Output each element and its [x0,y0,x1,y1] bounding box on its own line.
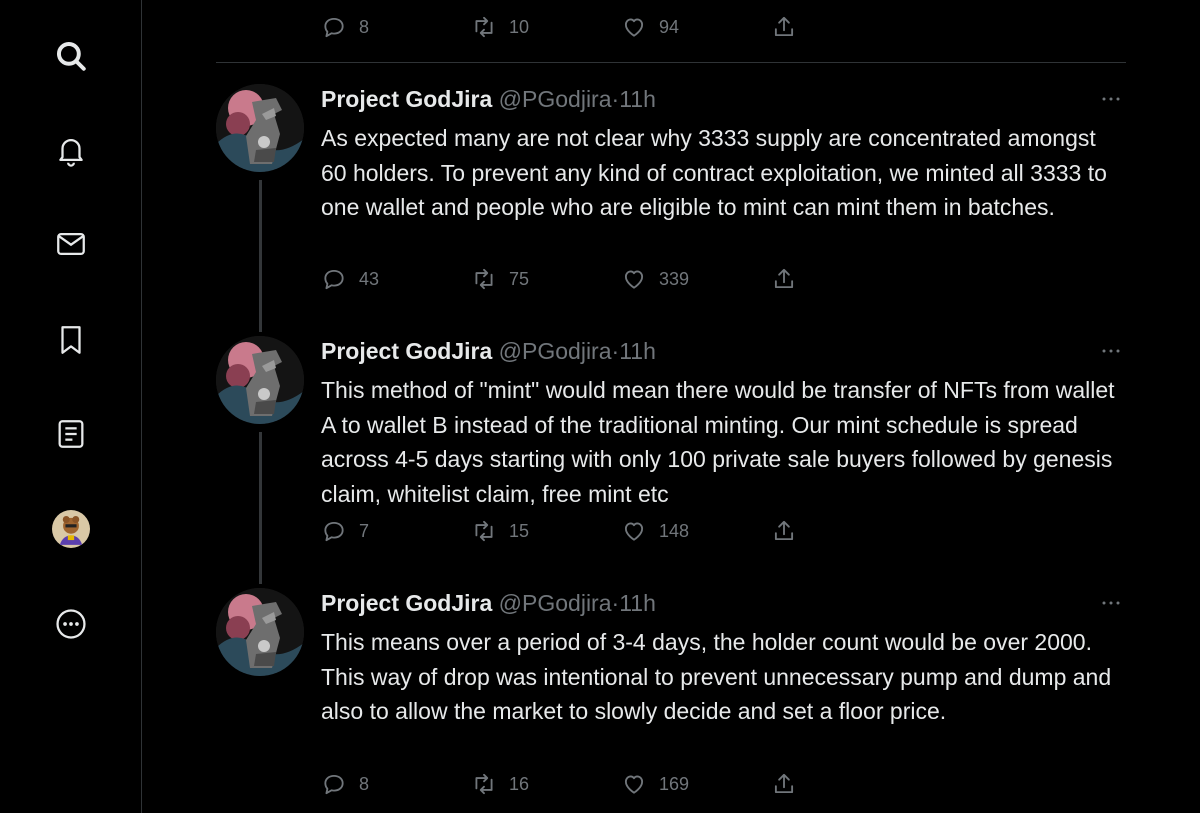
godjira-avatar-image [216,588,304,676]
reply-button[interactable]: 43 [321,262,379,296]
retweet-button[interactable]: 15 [471,514,529,548]
retweet-count: 16 [509,773,530,794]
heart-icon [624,18,644,37]
reply-count: 8 [359,773,370,794]
more-horizontal-icon [1102,349,1120,353]
retweet-icon [475,16,493,38]
like-button[interactable]: 94 [621,10,679,44]
share-icon [774,520,794,541]
retweet-icon [475,268,493,290]
tweet-header: Project GodJira @PGodjira·11h [321,588,656,618]
share-icon [774,268,794,289]
reply-icon [324,17,344,38]
timeline: 8 10 94 Project GodJira @PGodjira·11h As… [216,0,1126,813]
more-options-button[interactable] [1096,588,1126,618]
search-icon [56,41,86,71]
avatar[interactable] [216,588,304,676]
avatar[interactable] [216,84,304,172]
tweet-actions: 8 16 169 [321,767,801,801]
nav-search[interactable] [45,30,97,82]
retweet-button[interactable]: 16 [471,767,529,801]
tweet-text: This means over a period of 3-4 days, th… [321,629,1112,724]
nav-messages[interactable] [45,218,97,270]
share-button[interactable] [771,767,809,801]
tweet[interactable]: Project GodJira @PGodjira·11h This metho… [216,324,1126,576]
bookmark-icon [61,326,81,354]
tweet-text: As expected many are not clear why 3333 … [321,125,1107,220]
tweet-header: Project GodJira @PGodjira·11h [321,336,656,366]
reply-count: 8 [359,16,370,37]
nav-profile[interactable] [45,503,97,555]
reply-icon [324,521,344,542]
tweet[interactable]: Project GodJira @PGodjira·11h As expecte… [216,72,1126,324]
like-button[interactable]: 169 [621,767,689,801]
retweet-count: 15 [509,520,530,541]
divider [216,62,1126,63]
share-button[interactable] [771,262,809,296]
share-icon [774,16,794,37]
previous-tweet-actions: 8 10 94 [216,0,1126,56]
timestamp[interactable]: 11h [619,338,656,364]
tweet[interactable]: Project GodJira @PGodjira·11h This means… [216,576,1126,813]
share-icon [774,773,794,794]
bell-icon [59,139,83,167]
user-handle[interactable]: @PGodjira [499,338,612,364]
tweet-actions: 7 15 148 [321,514,801,548]
display-name[interactable]: Project GodJira [321,590,492,616]
lists-icon [58,420,84,448]
reply-count: 7 [359,520,370,541]
reply-button[interactable]: 8 [321,767,369,801]
timestamp[interactable]: 11h [619,590,656,616]
tweet-text: This method of "mint" would mean there w… [321,377,1115,507]
tweet-header: Project GodJira @PGodjira·11h [321,84,656,114]
display-name[interactable]: Project GodJira [321,86,492,112]
user-handle[interactable]: @PGodjira [499,86,612,112]
nav-lists[interactable] [45,408,97,460]
heart-icon [624,270,644,289]
nav-bookmarks[interactable] [45,314,97,366]
nav-notifications[interactable] [45,124,97,176]
godjira-avatar-image [216,84,304,172]
more-options-button[interactable] [1096,336,1126,366]
avatar[interactable] [216,336,304,424]
like-count: 148 [659,520,690,541]
retweet-icon [475,520,493,542]
reply-button[interactable]: 8 [321,10,369,44]
more-circle-icon [56,609,86,639]
display-name[interactable]: Project GodJira [321,338,492,364]
like-count: 169 [659,773,690,794]
user-handle[interactable]: @PGodjira [499,590,612,616]
like-button[interactable]: 339 [621,262,689,296]
more-options-button[interactable] [1096,84,1126,114]
heart-icon [624,775,644,794]
share-button[interactable] [771,10,809,44]
timestamp[interactable]: 11h [619,86,656,112]
like-button[interactable]: 148 [621,514,689,548]
nav-more[interactable] [45,598,97,650]
more-horizontal-icon [1102,601,1120,605]
share-button[interactable] [771,514,809,548]
tweet-actions: 43 75 339 [321,262,801,296]
profile-avatar [52,510,90,548]
sidebar-nav [0,0,142,813]
reply-count: 43 [359,268,380,289]
heart-icon [624,522,644,541]
mail-icon [57,232,85,256]
retweet-button[interactable]: 10 [471,10,529,44]
reply-icon [324,774,344,795]
retweet-count: 10 [509,16,530,37]
retweet-icon [475,773,493,795]
like-count: 94 [659,16,680,37]
retweet-button[interactable]: 75 [471,262,529,296]
reply-icon [324,269,344,290]
more-horizontal-icon [1102,97,1120,101]
godjira-avatar-image [216,336,304,424]
like-count: 339 [659,268,690,289]
reply-button[interactable]: 7 [321,514,369,548]
retweet-count: 75 [509,268,530,289]
